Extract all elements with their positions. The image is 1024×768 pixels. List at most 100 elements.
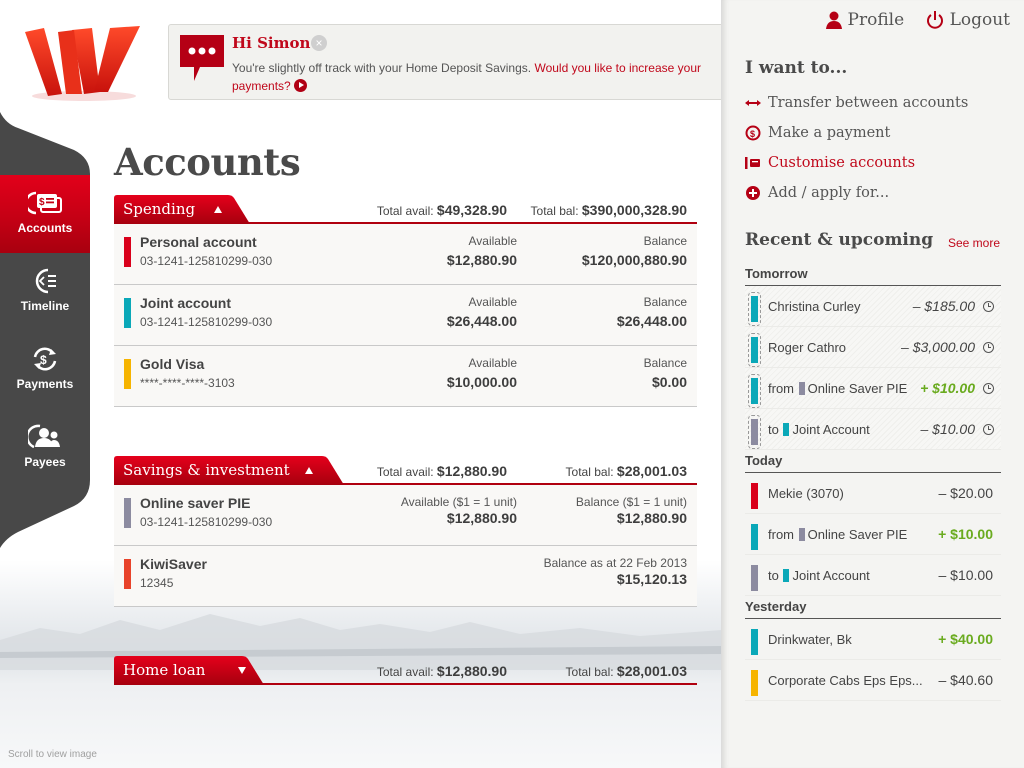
group-label: Savings & investment: [123, 461, 290, 479]
transaction-item[interactable]: to Joint Account – $10.00: [745, 555, 1001, 596]
top-nav: Profile Logout: [810, 10, 1010, 34]
account-color-bar: [751, 524, 758, 550]
account-row[interactable]: Personal account 03-1241-125810299-030 A…: [114, 224, 697, 285]
transaction-desc: Roger Cathro: [768, 340, 847, 355]
account-color-bar: [124, 559, 131, 589]
sidebar-item-payees[interactable]: Payees: [0, 409, 90, 487]
transfer-action[interactable]: Transfer between accounts: [744, 88, 968, 118]
total-balance: Total bal: $390,000,328.90: [530, 202, 687, 218]
play-arrow-icon[interactable]: [293, 79, 307, 92]
add-apply-action[interactable]: Add / apply for...: [744, 178, 968, 208]
quick-actions: Transfer between accounts $ Make a payme…: [744, 88, 968, 208]
transaction-item[interactable]: from Online Saver PIE + $10.00: [745, 514, 1001, 555]
notification-banner: Hi Simon × You're slightly off track wit…: [168, 24, 728, 100]
profile-label: Profile: [847, 10, 905, 30]
total-balance: Total bal: $28,001.03: [565, 663, 687, 679]
transaction-amount: + $10.00: [938, 526, 993, 542]
collapse-arrow-icon: [214, 206, 222, 213]
transaction-amount: – $20.00: [938, 485, 994, 501]
power-icon: [926, 11, 943, 29]
svg-text:$: $: [40, 353, 47, 367]
savings-group-toggle[interactable]: Savings & investment: [114, 456, 344, 485]
account-color-bar: [124, 498, 131, 528]
account-name: KiwiSaver: [140, 556, 207, 572]
account-row[interactable]: Online saver PIE 03-1241-125810299-030 A…: [114, 485, 697, 546]
customise-accounts-action[interactable]: Customise accounts: [744, 148, 968, 178]
account-row[interactable]: KiwiSaver 12345 Balance as at 22 Feb 201…: [114, 546, 697, 607]
feed-tomorrow: Tomorrow Christina Curley – $185.00 Roge…: [745, 265, 1001, 450]
mini-account-swatch: [798, 528, 805, 541]
transaction-amount: – $40.60: [938, 672, 994, 688]
account-group-spending: Spending Total avail: $49,328.90 Total b…: [114, 195, 697, 407]
available-column: Available $12,880.90: [446, 234, 517, 268]
day-heading: Yesterday: [745, 598, 1001, 619]
mini-account-swatch: [783, 423, 790, 436]
account-name: Gold Visa: [140, 356, 205, 372]
account-color-bar: [751, 337, 758, 363]
account-number: 12345: [140, 576, 174, 590]
scheduled-clock-icon: [983, 301, 994, 312]
account-name: Online saver PIE: [140, 495, 251, 511]
spending-group-toggle[interactable]: Spending: [114, 195, 250, 224]
sidebar-item-timeline[interactable]: Timeline: [0, 253, 90, 331]
account-color-bar: [751, 483, 758, 509]
transaction-item[interactable]: to Joint Account – $10.00: [745, 409, 1001, 450]
profile-link[interactable]: Profile: [825, 10, 905, 30]
account-color-bar: [124, 237, 131, 267]
collapse-arrow-icon: [305, 467, 313, 474]
scheduled-clock-icon: [983, 342, 994, 353]
svg-text:$: $: [750, 129, 755, 139]
available-column: Available $26,448.00: [446, 295, 517, 329]
scroll-hint: Scroll to view image: [8, 749, 97, 760]
account-group-savings: Savings & investment Total avail: $12,88…: [114, 456, 697, 607]
transaction-item[interactable]: Christina Curley – $185.00: [745, 286, 1001, 327]
account-row[interactable]: Joint account 03-1241-125810299-030 Avai…: [114, 285, 697, 346]
sidebar-item-payments[interactable]: $ Payments: [0, 331, 90, 409]
transaction-desc: to Joint Account: [768, 568, 870, 583]
action-label: Customise accounts: [768, 155, 916, 171]
account-color-bar: [751, 378, 758, 404]
logout-link[interactable]: Logout: [926, 10, 1010, 30]
transaction-amount: – $10.00: [938, 567, 994, 583]
scheduled-clock-icon: [983, 424, 994, 435]
home-loan-group-toggle[interactable]: Home loan: [114, 656, 264, 685]
sidebar-item-label: Payees: [24, 455, 66, 469]
page-title: Accounts: [114, 140, 301, 184]
transaction-item[interactable]: Drinkwater, Bk + $40.00: [745, 619, 1001, 660]
account-number: 03-1241-125810299-030: [140, 515, 273, 529]
make-payment-action[interactable]: $ Make a payment: [744, 118, 968, 148]
balance-column: Balance as at 22 Feb 2013 $15,120.13: [543, 556, 687, 587]
logout-label: Logout: [949, 10, 1010, 30]
action-label: Transfer between accounts: [768, 95, 969, 111]
transaction-item[interactable]: from Online Saver PIE + $10.00: [745, 368, 1001, 409]
notification-message: You're slightly off track with your Home…: [232, 59, 712, 95]
balance-column: Balance $26,448.00: [616, 295, 687, 329]
balance-column: Balance $120,000,880.90: [581, 234, 687, 268]
transaction-amount: + $10.00: [920, 380, 975, 396]
balance-column: Balance $0.00: [643, 356, 687, 390]
payment-icon: $: [745, 125, 761, 141]
see-more-link[interactable]: See more: [948, 236, 1000, 250]
transaction-item[interactable]: Mekie (3070) – $20.00: [745, 473, 1001, 514]
transaction-desc: Christina Curley: [768, 299, 861, 314]
transaction-amount: – $185.00: [912, 298, 975, 314]
transaction-desc: Drinkwater, Bk: [768, 632, 852, 647]
balance-column: Balance ($1 = 1 unit) $12,880.90: [575, 495, 687, 526]
total-available: Total avail: $12,880.90: [376, 663, 507, 679]
close-notification-button[interactable]: ×: [311, 35, 327, 51]
greeting: Hi Simon: [232, 34, 311, 52]
accounts-icon: $: [28, 191, 62, 215]
total-balance: Total bal: $28,001.03: [565, 463, 687, 479]
transaction-item[interactable]: Roger Cathro – $3,000.00: [745, 327, 1001, 368]
account-row[interactable]: Gold Visa ****-****-****-3103 Available $…: [114, 346, 697, 407]
sidebar-nav: $ Accounts Timeline $ Payments Payees: [0, 112, 92, 548]
transaction-desc: Mekie (3070): [768, 486, 844, 501]
transaction-item[interactable]: Corporate Cabs Eps Eps... – $40.60: [745, 660, 1001, 701]
svg-text:$: $: [39, 197, 45, 208]
sidebar-item-accounts[interactable]: $ Accounts: [0, 175, 90, 253]
mini-account-swatch: [798, 382, 805, 395]
transaction-desc: from Online Saver PIE: [768, 527, 908, 542]
transaction-desc: Corporate Cabs Eps Eps...: [768, 673, 923, 688]
account-name: Personal account: [140, 234, 257, 250]
payments-icon: $: [33, 347, 57, 371]
